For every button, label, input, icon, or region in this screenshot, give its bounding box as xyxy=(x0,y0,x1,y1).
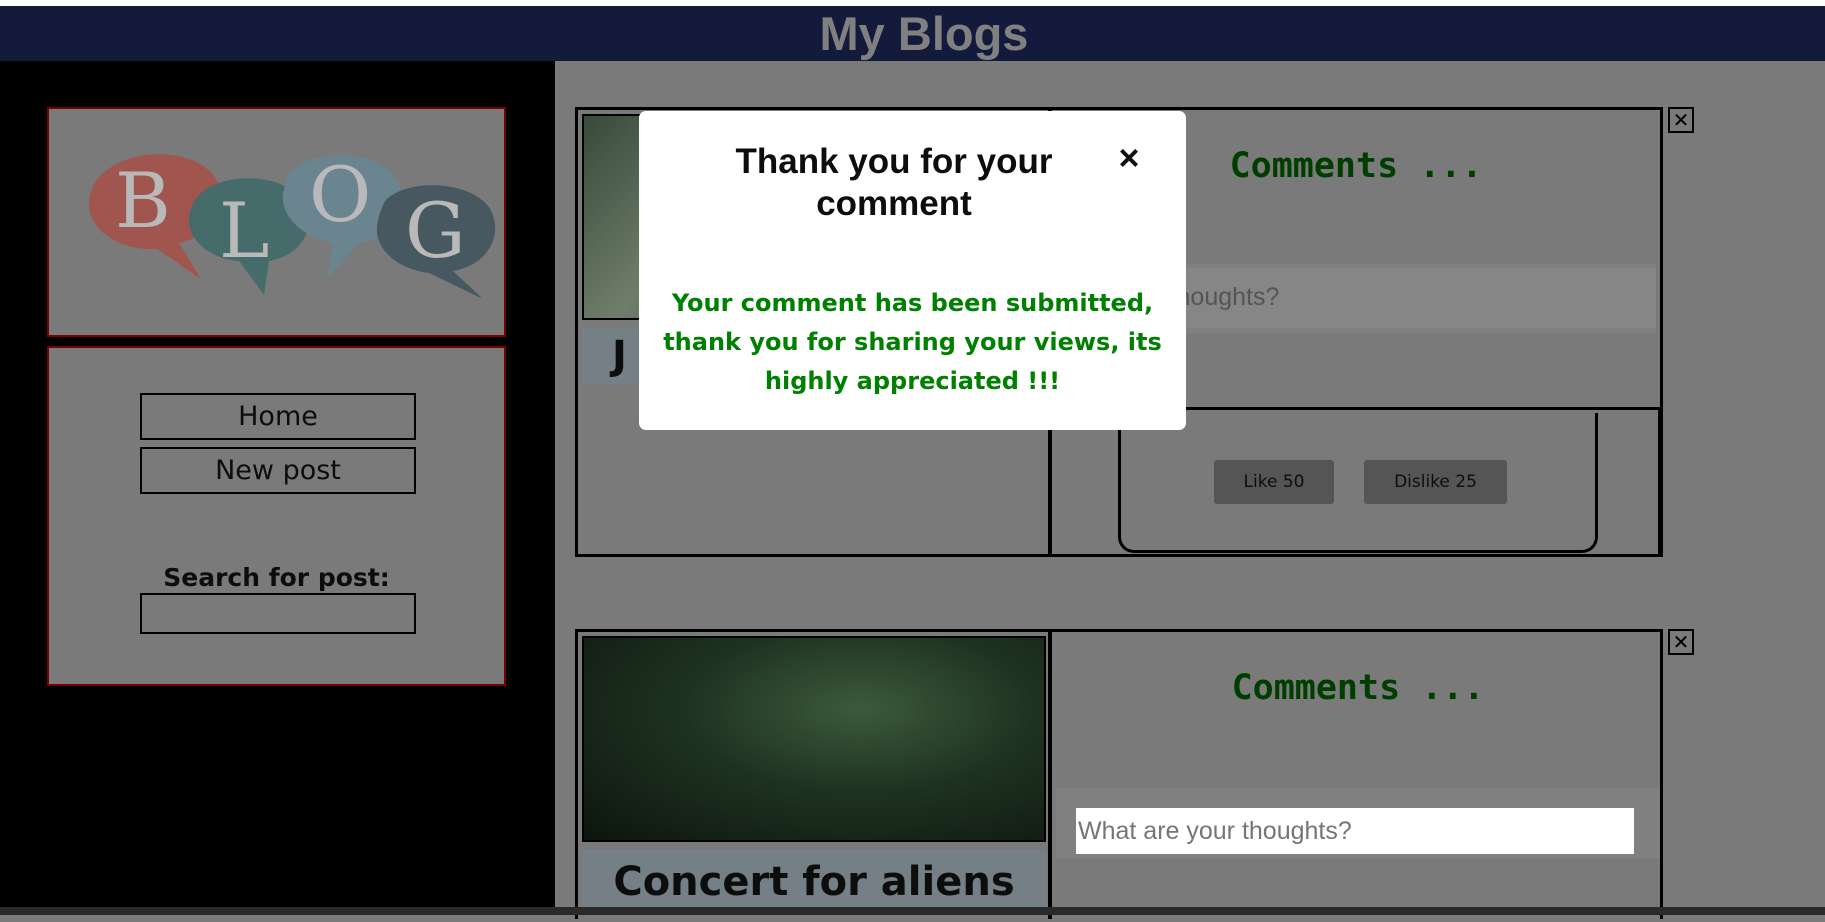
delete-post-close-icon[interactable]: ✕ xyxy=(1668,107,1694,133)
nav-new-post-button[interactable]: New post xyxy=(140,447,416,494)
dislike-button[interactable]: Dislike 25 xyxy=(1364,460,1507,504)
comments-panel: Comments ... xyxy=(1056,632,1660,922)
post-card: Concert for aliens Comments ... xyxy=(575,629,1663,922)
post-divider xyxy=(1658,410,1661,557)
logo-letter-g: G xyxy=(405,186,466,275)
search-label: Search for post: xyxy=(163,563,390,592)
post-left-column: Concert for aliens xyxy=(578,632,1052,919)
like-button[interactable]: Like 50 xyxy=(1214,460,1334,504)
post-title: Concert for aliens xyxy=(582,850,1046,914)
modal-message: Your comment has been submitted, thank y… xyxy=(663,289,1162,395)
thank-you-modal: Thank you for your comment × Your commen… xyxy=(639,111,1186,430)
comment-input[interactable]: your thoughts? xyxy=(1112,268,1656,328)
nav-panel: Home New post Search for post: xyxy=(47,346,506,686)
search-input[interactable] xyxy=(140,593,416,634)
comments-heading: Comments ... xyxy=(1231,668,1485,708)
blog-logo-panel: B L O G xyxy=(47,107,506,337)
nav-home-button[interactable]: Home xyxy=(140,393,416,440)
comment-input[interactable] xyxy=(1076,808,1634,854)
bottom-scroll-strip xyxy=(0,907,1825,915)
blog-logo: B L O G xyxy=(89,150,496,299)
logo-letter-l: L xyxy=(219,186,269,275)
post-image xyxy=(582,636,1046,842)
modal-title: Thank you for your comment xyxy=(735,142,1053,223)
delete-post-close-icon[interactable]: ✕ xyxy=(1668,629,1694,655)
reactions-panel: Like 50 Dislike 25 xyxy=(1118,413,1598,553)
logo-letter-b: B xyxy=(115,156,171,245)
logo-letter-o: O xyxy=(309,150,371,239)
page-header: My Blogs xyxy=(0,6,1825,61)
page-title: My Blogs xyxy=(819,7,1029,60)
modal-close-icon[interactable]: × xyxy=(1112,140,1146,176)
sidebar: B L O G Home New post Search for post: xyxy=(0,61,555,907)
